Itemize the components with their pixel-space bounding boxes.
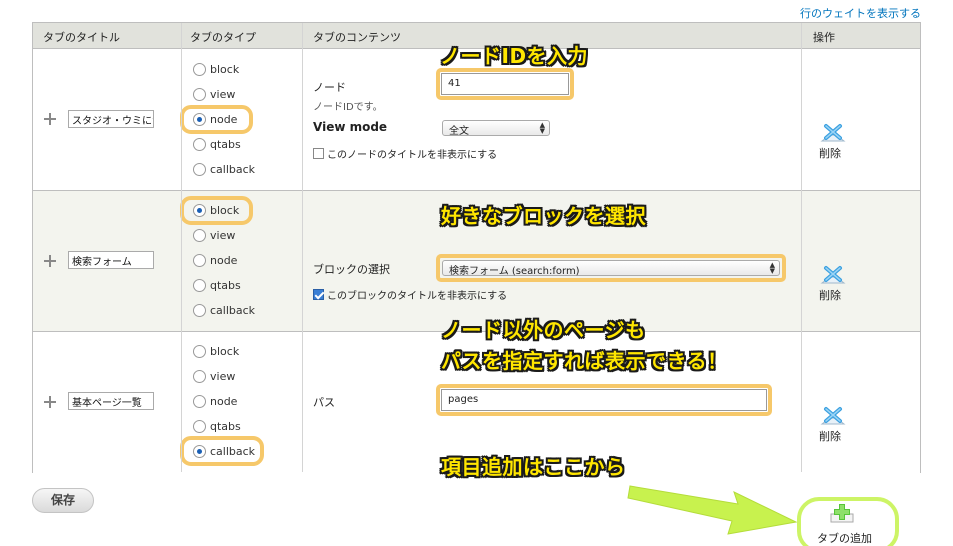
radio-view[interactable]: view (193, 368, 235, 384)
radio-circle (193, 344, 206, 358)
highlight-path-input (436, 384, 772, 416)
radio-qtabs[interactable]: qtabs (193, 418, 241, 434)
node-label: ノード (313, 81, 346, 94)
delete-button[interactable]: 削除 (813, 123, 853, 161)
radio-circle (193, 137, 206, 151)
delete-x-icon (820, 407, 846, 425)
checkbox-box-checked (313, 289, 324, 300)
highlight-selected-radio (180, 436, 264, 466)
radio-callback[interactable]: callback (193, 161, 255, 177)
radio-circle (193, 87, 206, 101)
highlight-block-select (436, 254, 786, 282)
radio-circle (193, 278, 206, 292)
highlight-selected-radio (180, 105, 253, 134)
tab-title-input[interactable]: 検索フォーム (68, 251, 154, 269)
show-row-weights-link[interactable]: 行のウェイトを表示する (800, 5, 921, 21)
checkbox-box (313, 148, 324, 159)
radio-view[interactable]: view (193, 86, 235, 102)
header-tab-type: タブのタイプ (190, 31, 256, 44)
column-divider (181, 23, 182, 472)
callout-block: 好きなブロックを選択 (441, 204, 646, 228)
tabs-table: タブのタイトル タブのタイプ タブのコンテンツ 操作 スタジオ・ウミにつ blo… (32, 22, 921, 474)
highlight-node-id (436, 68, 574, 100)
select-arrows-icon: ▲ ▼ (539, 121, 545, 135)
radio-view[interactable]: view (193, 227, 235, 243)
node-description: ノードIDです。 (313, 102, 383, 113)
arrow-icon (627, 485, 798, 535)
header-tab-title: タブのタイトル (43, 31, 120, 44)
view-mode-select[interactable]: 全文 ▲ ▼ (442, 120, 550, 137)
path-label: パス (313, 396, 335, 409)
tab-title-input[interactable]: 基本ページ一覧 (68, 392, 154, 410)
radio-node[interactable]: node (193, 393, 237, 409)
radio-circle (193, 303, 206, 317)
radio-circle (193, 62, 206, 76)
save-button[interactable]: 保存 (32, 488, 94, 513)
radio-node[interactable]: node (193, 252, 237, 268)
column-divider (302, 23, 303, 472)
header-tab-content: タブのコンテンツ (313, 31, 401, 44)
drag-handle-icon[interactable] (44, 113, 56, 125)
tab-title-input[interactable]: スタジオ・ウミにつ (68, 110, 154, 128)
callout-path-line2: パスを指定すれば表示できる！ (441, 349, 728, 373)
radio-block[interactable]: block (193, 343, 239, 359)
drag-handle-icon[interactable] (44, 255, 56, 267)
radio-qtabs[interactable]: qtabs (193, 136, 241, 152)
table-row: スタジオ・ウミにつ block view node qtabs callback… (33, 49, 920, 191)
add-tab-button[interactable]: タブの追加 (817, 530, 872, 546)
hide-node-title-checkbox[interactable]: このノードのタイトルを非表示にする (313, 146, 497, 161)
delete-button[interactable]: 削除 (813, 406, 853, 444)
hide-block-title-checkbox[interactable]: このブロックのタイトルを非表示にする (313, 287, 507, 302)
radio-circle (193, 228, 206, 242)
add-plus-icon[interactable] (829, 502, 855, 524)
delete-x-icon (820, 124, 846, 142)
radio-circle (193, 162, 206, 176)
drag-handle-icon[interactable] (44, 396, 56, 408)
header-operations: 操作 (813, 31, 835, 44)
callout-path-line1: ノード以外のページも (441, 318, 646, 342)
column-divider (801, 23, 802, 472)
view-mode-label: View mode (313, 120, 388, 134)
radio-circle (193, 394, 206, 408)
callout-add: 項目追加はここから (441, 455, 626, 479)
radio-block[interactable]: block (193, 61, 239, 77)
radio-callback[interactable]: callback (193, 302, 255, 318)
block-select-label: ブロックの選択 (313, 263, 390, 276)
radio-circle (193, 253, 206, 267)
highlight-selected-radio (180, 196, 253, 225)
callout-node-id: ノードIDを入力 (440, 44, 589, 68)
delete-button[interactable]: 削除 (813, 265, 853, 303)
radio-circle (193, 419, 206, 433)
radio-circle (193, 369, 206, 383)
delete-x-icon (820, 266, 846, 284)
radio-qtabs[interactable]: qtabs (193, 277, 241, 293)
